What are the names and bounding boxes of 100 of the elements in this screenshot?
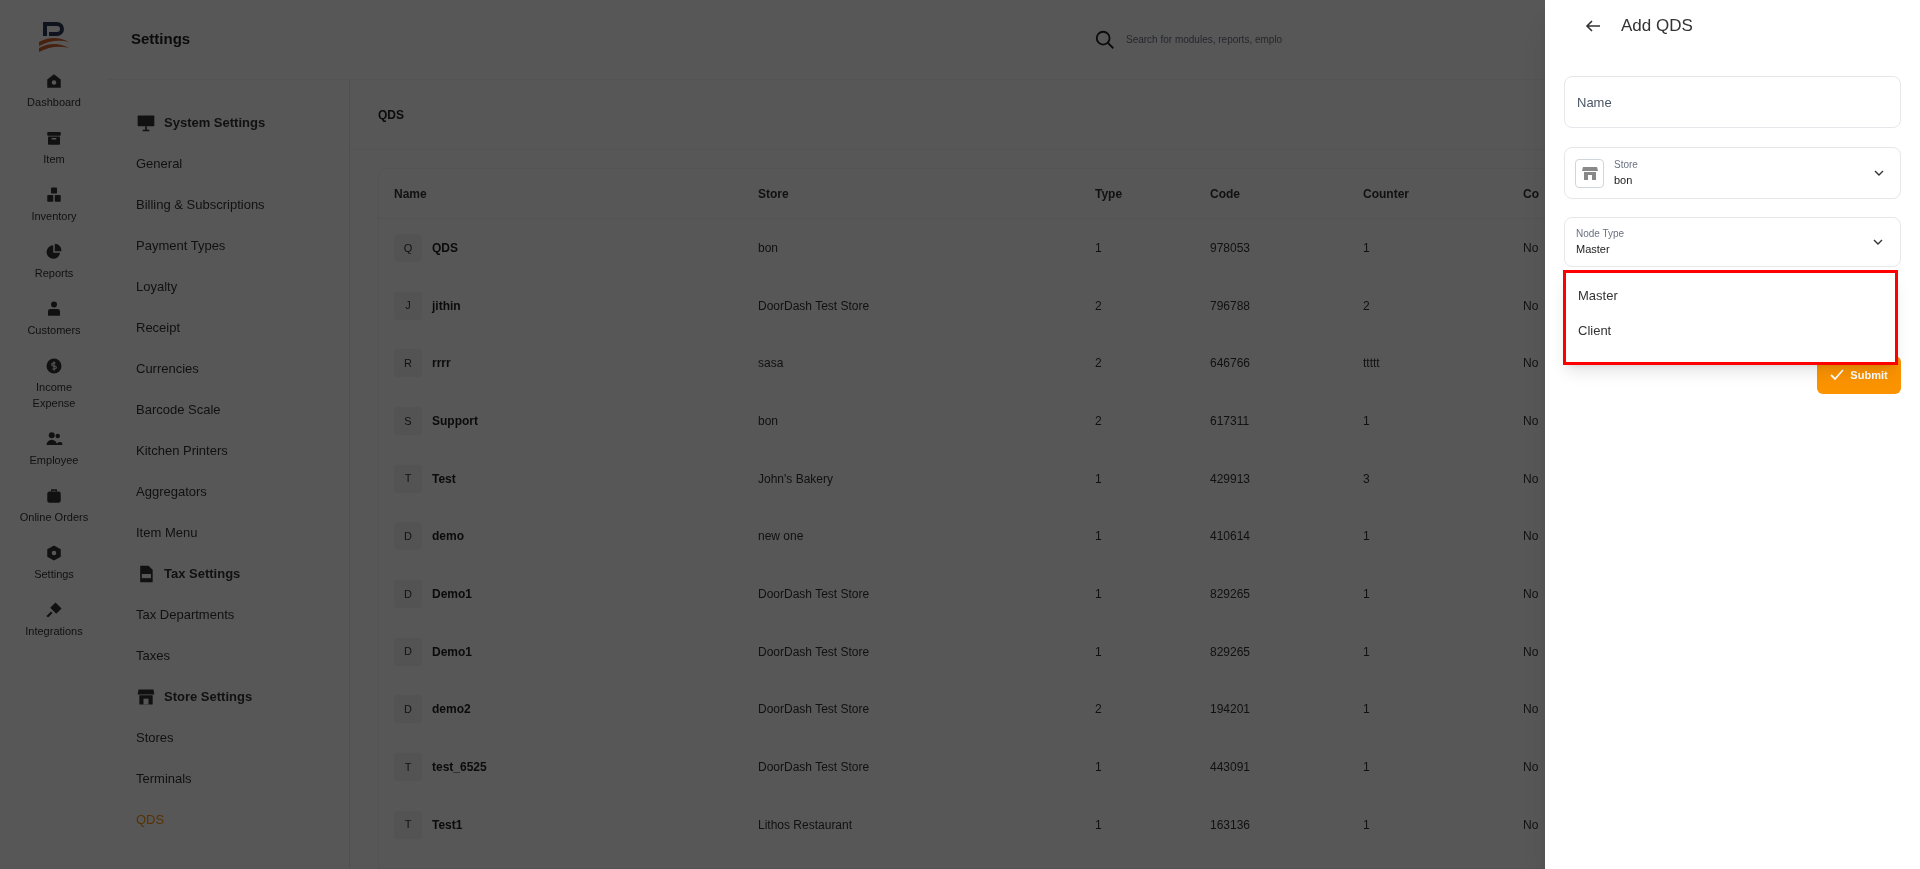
table-cell-text: 2 [1095,355,1103,373]
sidebar-item[interactable]: Payment Types [136,225,349,266]
table-cell-text: 1 [1363,816,1371,834]
column-header: Name [394,185,428,203]
table-cell-text: Test1 [432,816,463,834]
sidebar-item[interactable]: Billing & Subscriptions [136,184,349,225]
table-cell-text: bon [758,239,780,257]
sidebar-item[interactable]: Taxes [136,635,349,676]
sidebar-item[interactable]: Aggregators [136,471,349,512]
home-icon [45,72,63,90]
sidebar-item[interactable]: Stores [136,717,349,758]
table-cell-text: 1 [1095,528,1103,546]
table-cell-text: Lithos Restaurant [758,816,854,834]
table-cell-text: 2 [1095,297,1103,315]
sidebar-item[interactable]: Currencies [136,348,349,389]
chevron-down-icon [1873,237,1883,247]
nav-item-label[interactable]: Customers [14,322,94,338]
table-cell-text: demo2 [432,701,471,719]
table-cell-text: bon [758,412,780,430]
initial-avatar: T [394,464,422,493]
table-cell-text: rrrr [432,355,451,373]
column-header: Store [758,185,790,203]
column-header: Type [1095,185,1124,203]
people-icon [45,430,63,448]
nav-item-label[interactable]: Integrations [14,623,94,639]
field-label: Node Type [1576,227,1625,242]
name-input-field[interactable]: Name [1564,76,1901,128]
table-cell-text: 429913 [1210,470,1252,488]
table-cell-text: 2 [1095,701,1103,719]
field-value: bon [1614,173,1634,189]
column-header: Counter [1363,185,1410,203]
sidebar-item[interactable]: Barcode Scale [136,389,349,430]
nav-item-label[interactable]: Settings [14,566,94,582]
table-cell-text: 1 [1095,470,1103,488]
sidebar-section-title: Tax Settings [164,564,241,583]
table-cell-text: 1 [1095,816,1103,834]
table-cell-text: 1 [1363,528,1371,546]
table-cell-text: DoorDash Test Store [758,701,871,719]
sidebar-section-title: Store Settings [164,687,253,706]
sidebar-item[interactable]: QDS [136,799,349,840]
table-cell-text: No [1523,759,1540,777]
table-cell-text: 978053 [1210,239,1252,257]
table-cell-text: No [1523,816,1540,834]
table-cell-text: 1 [1363,701,1371,719]
table-cell-text: Test [432,470,456,488]
table-cell-text: No [1523,412,1540,430]
nav-item-label[interactable]: Reports [14,265,94,281]
sidebar-item[interactable]: Tax Departments [136,594,349,635]
table-cell-text: 443091 [1210,759,1252,777]
table-cell-text: 194201 [1210,701,1252,719]
initial-avatar: Q [394,233,422,262]
column-header: Code [1210,185,1241,203]
table-cell-text: 617311 [1210,412,1251,430]
table-cell-text: 410614 [1210,528,1252,546]
dropdown-option[interactable]: Master [1578,285,1895,307]
field-value: Master [1576,242,1611,258]
table-cell-text: No [1523,701,1540,719]
table-cell-text: 829265 [1210,585,1252,603]
check-icon [1830,369,1845,381]
nav-item-label[interactable]: Online Orders [14,509,94,525]
dropdown-option[interactable]: Client [1578,320,1895,342]
nav-item-label[interactable]: Income Expense [14,379,94,411]
logo-icon [37,20,71,52]
sidebar-item[interactable]: General [136,143,349,184]
table-cell-text: Demo1 [432,585,472,603]
sidebar-item[interactable]: Item Menu [136,512,349,553]
sidebar-section-title: System Settings [164,113,266,132]
table-cell-text: 1 [1363,239,1371,257]
table-cell-text: 1 [1095,585,1103,603]
store-select-field[interactable]: Store bon [1564,147,1901,199]
sidebar-item[interactable]: Kitchen Printers [136,430,349,471]
table-cell-text: 829265 [1210,643,1252,661]
table-cell-text: 1 [1095,239,1103,257]
store-icon [1575,158,1604,188]
table-cell-text: DoorDash Test Store [758,643,871,661]
table-cell-text: test_6525 [432,759,487,777]
initial-avatar: T [394,753,422,782]
table-cell-text: No [1523,297,1540,315]
node-type-select-field[interactable]: Node Type Master [1564,217,1901,267]
initial-avatar: D [394,522,422,551]
nav-item-label[interactable]: Inventory [14,208,94,224]
table-cell-text: 2 [1095,412,1103,430]
briefcase-icon [45,487,63,505]
nav-item-label[interactable]: Dashboard [14,94,94,110]
table-cell-text: No [1523,585,1540,603]
sidebar-item[interactable]: Loyalty [136,266,349,307]
table-cell-text: 3 [1363,470,1371,488]
hexagon-gear-icon [45,544,63,562]
table-cell-text: QDS [432,239,458,257]
table-cell-text: new one [758,528,805,546]
table-cell-text: 163136 [1210,816,1252,834]
page-header-title: Settings [131,29,191,50]
table-cell-text: DoorDash Test Store [758,585,871,603]
table-cell-text: 1 [1363,643,1371,661]
nav-item-label[interactable]: Employee [14,452,94,468]
sidebar-item[interactable]: Receipt [136,307,349,348]
back-arrow-icon[interactable] [1585,18,1601,34]
column-header: Co [1523,185,1540,203]
nav-item-label[interactable]: Item [14,151,94,167]
sidebar-item[interactable]: Terminals [136,758,349,799]
